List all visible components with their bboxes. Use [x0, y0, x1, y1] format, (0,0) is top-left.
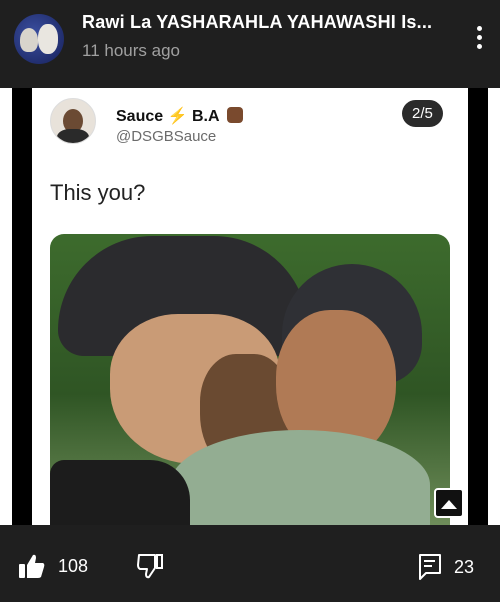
kebab-menu-icon[interactable]: [474, 26, 484, 52]
avatar-figure-right: [38, 24, 58, 54]
person-emoji-icon: [227, 107, 244, 123]
dislike-button[interactable]: [136, 553, 164, 579]
post-timestamp: 11 hours ago: [82, 41, 180, 60]
comment-icon: [419, 554, 441, 580]
thumbs-up-icon: [19, 554, 45, 578]
tweet-handle: @DSGBSauce: [116, 128, 217, 145]
tweet-screenshot-card[interactable]: Sauce ⚡ B.A @DSGBSauce 2/5 This you?: [32, 88, 468, 525]
post-author-title[interactable]: Rawi La YASHARAHLA YAHAWASHI Is...: [82, 12, 432, 33]
tweet-author-avatar: [50, 98, 96, 144]
channel-avatar[interactable]: [14, 14, 64, 64]
photo-backpack-strap: [50, 460, 190, 525]
tweet-text: This you?: [50, 180, 146, 205]
post-actions-bar: 108 23: [0, 525, 500, 602]
gallery-icon[interactable]: [434, 488, 464, 518]
tweet-display-name-text: Sauce: [116, 108, 164, 125]
image-carousel[interactable]: Sauce ⚡ B.A @DSGBSauce 2/5 This you?: [0, 88, 500, 525]
tweet-photo: [50, 234, 450, 525]
next-slide-peek[interactable]: [488, 88, 500, 525]
like-count: 108: [58, 555, 89, 576]
previous-slide-peek[interactable]: [0, 88, 12, 525]
like-button[interactable]: 108: [18, 553, 88, 579]
comments-button[interactable]: 23: [418, 553, 474, 581]
avatar-figure-left: [20, 28, 38, 52]
lightning-bolt-icon: ⚡: [167, 108, 188, 125]
comment-count: 23: [454, 556, 475, 577]
tweet-display-name: Sauce ⚡ B.A: [116, 106, 244, 126]
thumbs-down-icon: [137, 554, 163, 579]
carousel-page-indicator: 2/5: [402, 100, 443, 127]
post-header: Rawi La YASHARAHLA YAHAWASHI Is... 11 ho…: [0, 0, 500, 88]
tweet-display-name-suffix: B.A: [191, 108, 219, 125]
